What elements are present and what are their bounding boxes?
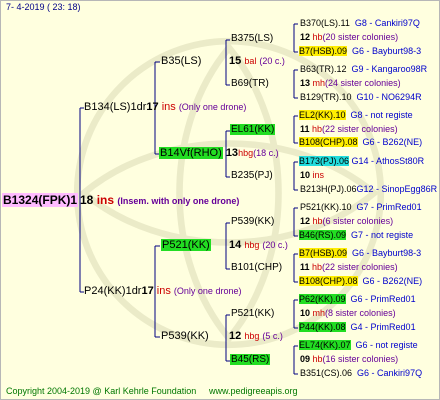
- gen4-row: 11 hb(22 sister colonies): [300, 124, 398, 134]
- gen3-el61[interactable]: EL61(KK): [230, 124, 276, 135]
- root-queen-id[interactable]: B1324(FPK)1: [2, 193, 79, 207]
- gen4-row[interactable]: B46(RS).09 G7 - not registe: [299, 230, 413, 240]
- gen4-row: 12 hb(6 sister colonies): [300, 216, 394, 226]
- gen4-row[interactable]: B370(LS).11 G8 - Cankiri97Q: [300, 19, 420, 28]
- gen1-upper[interactable]: B134(LS)1dr17 ins (Only one drone): [84, 102, 246, 113]
- gen4-row[interactable]: EL2(KK).10 G8 - not registe: [299, 110, 413, 120]
- gen4-row: 10 ins: [300, 170, 325, 180]
- gen2-b35-info: 15 bal (20 c.): [229, 55, 285, 67]
- gen4-row[interactable]: B108(CHP).08 G6 - B262(NE): [299, 276, 422, 286]
- gen4-row[interactable]: B129(TR).10 G10 - NO6294R: [300, 93, 422, 102]
- gen3-b235[interactable]: B235(PJ): [231, 171, 273, 181]
- gen4-row[interactable]: B7(HSB).09 G6 - Bayburt98-3: [299, 248, 421, 258]
- gen2-p521[interactable]: P521(KK): [161, 239, 211, 251]
- gen4-row: 09 hb(16 sister colonies): [300, 354, 399, 364]
- gen4-row: 13 mh(24 sister colonies): [300, 78, 401, 88]
- gen2-p539[interactable]: P539(KK): [161, 331, 209, 342]
- root-number: 18: [80, 193, 94, 207]
- gen4-row[interactable]: B108(CHP).08 G6 - B262(NE): [299, 137, 422, 147]
- gen3-p539[interactable]: P539(KK): [231, 217, 274, 227]
- gen3-b101[interactable]: B101(CHP): [231, 263, 282, 273]
- gen2-b35[interactable]: B35(LS): [161, 56, 201, 67]
- gen2-p521-info: 14 hbg (20 c.): [229, 239, 288, 251]
- root-ins: ins: [96, 193, 115, 207]
- gen4-row[interactable]: B173(PJ).06 G14 - AthosSt80R: [299, 156, 424, 166]
- gen3-b45[interactable]: B45(RS): [230, 354, 271, 365]
- gen3-b69[interactable]: B69(TR): [231, 79, 269, 89]
- gen1-lower[interactable]: P24(KK)1dr17 ins (Only one drone): [84, 286, 241, 297]
- gen3-b375[interactable]: B375(LS): [231, 34, 273, 44]
- footer-site-link[interactable]: www.pedigreeapis.org: [209, 387, 298, 396]
- gen2-b14vf[interactable]: B14Vf(RHO) 13hbg(18 c.): [159, 147, 279, 159]
- gen4-row[interactable]: B351(CS).06 G6 - Cankiri97Q: [300, 369, 422, 378]
- gen4-row[interactable]: B213H(PJ).06G12 - SinopEgg86R: [300, 185, 437, 194]
- gen4-row[interactable]: EL74(KK).07 G6 - not registe: [299, 340, 418, 350]
- gen4-row: 12 hb(20 sister colonies): [300, 32, 399, 42]
- gen3-p521[interactable]: P521(KK): [231, 309, 274, 319]
- gen4-row[interactable]: B7(HSB).09 G6 - Bayburt98-3: [299, 46, 421, 56]
- footer-copyright: Copyright 2004-2019 @ Karl Kehrle Founda…: [6, 386, 197, 396]
- root-note: (Insem. with only one drone): [117, 196, 240, 206]
- report-date: 7- 4-2019 ( 23: 18): [6, 2, 81, 12]
- gen4-row: 11 hb(22 sister colonies): [300, 262, 398, 272]
- gen4-row[interactable]: P521(KK).10 G7 - PrimRed01: [300, 203, 422, 212]
- root-queen-info: 18 ins (Insem. with only one drone): [80, 194, 239, 206]
- gen4-row: 10 mh(8 sister colonies): [300, 308, 396, 318]
- gen4-row[interactable]: P44(KK).08 G4 - PrimRed01: [299, 322, 416, 332]
- gen4-row[interactable]: B63(TR).12 G9 - Kangaroo98R: [300, 65, 427, 74]
- gen4-row[interactable]: P62(KK).09 G6 - PrimRed01: [299, 294, 416, 304]
- gen2-p539-info: 12 hbg (5 c.): [229, 330, 283, 342]
